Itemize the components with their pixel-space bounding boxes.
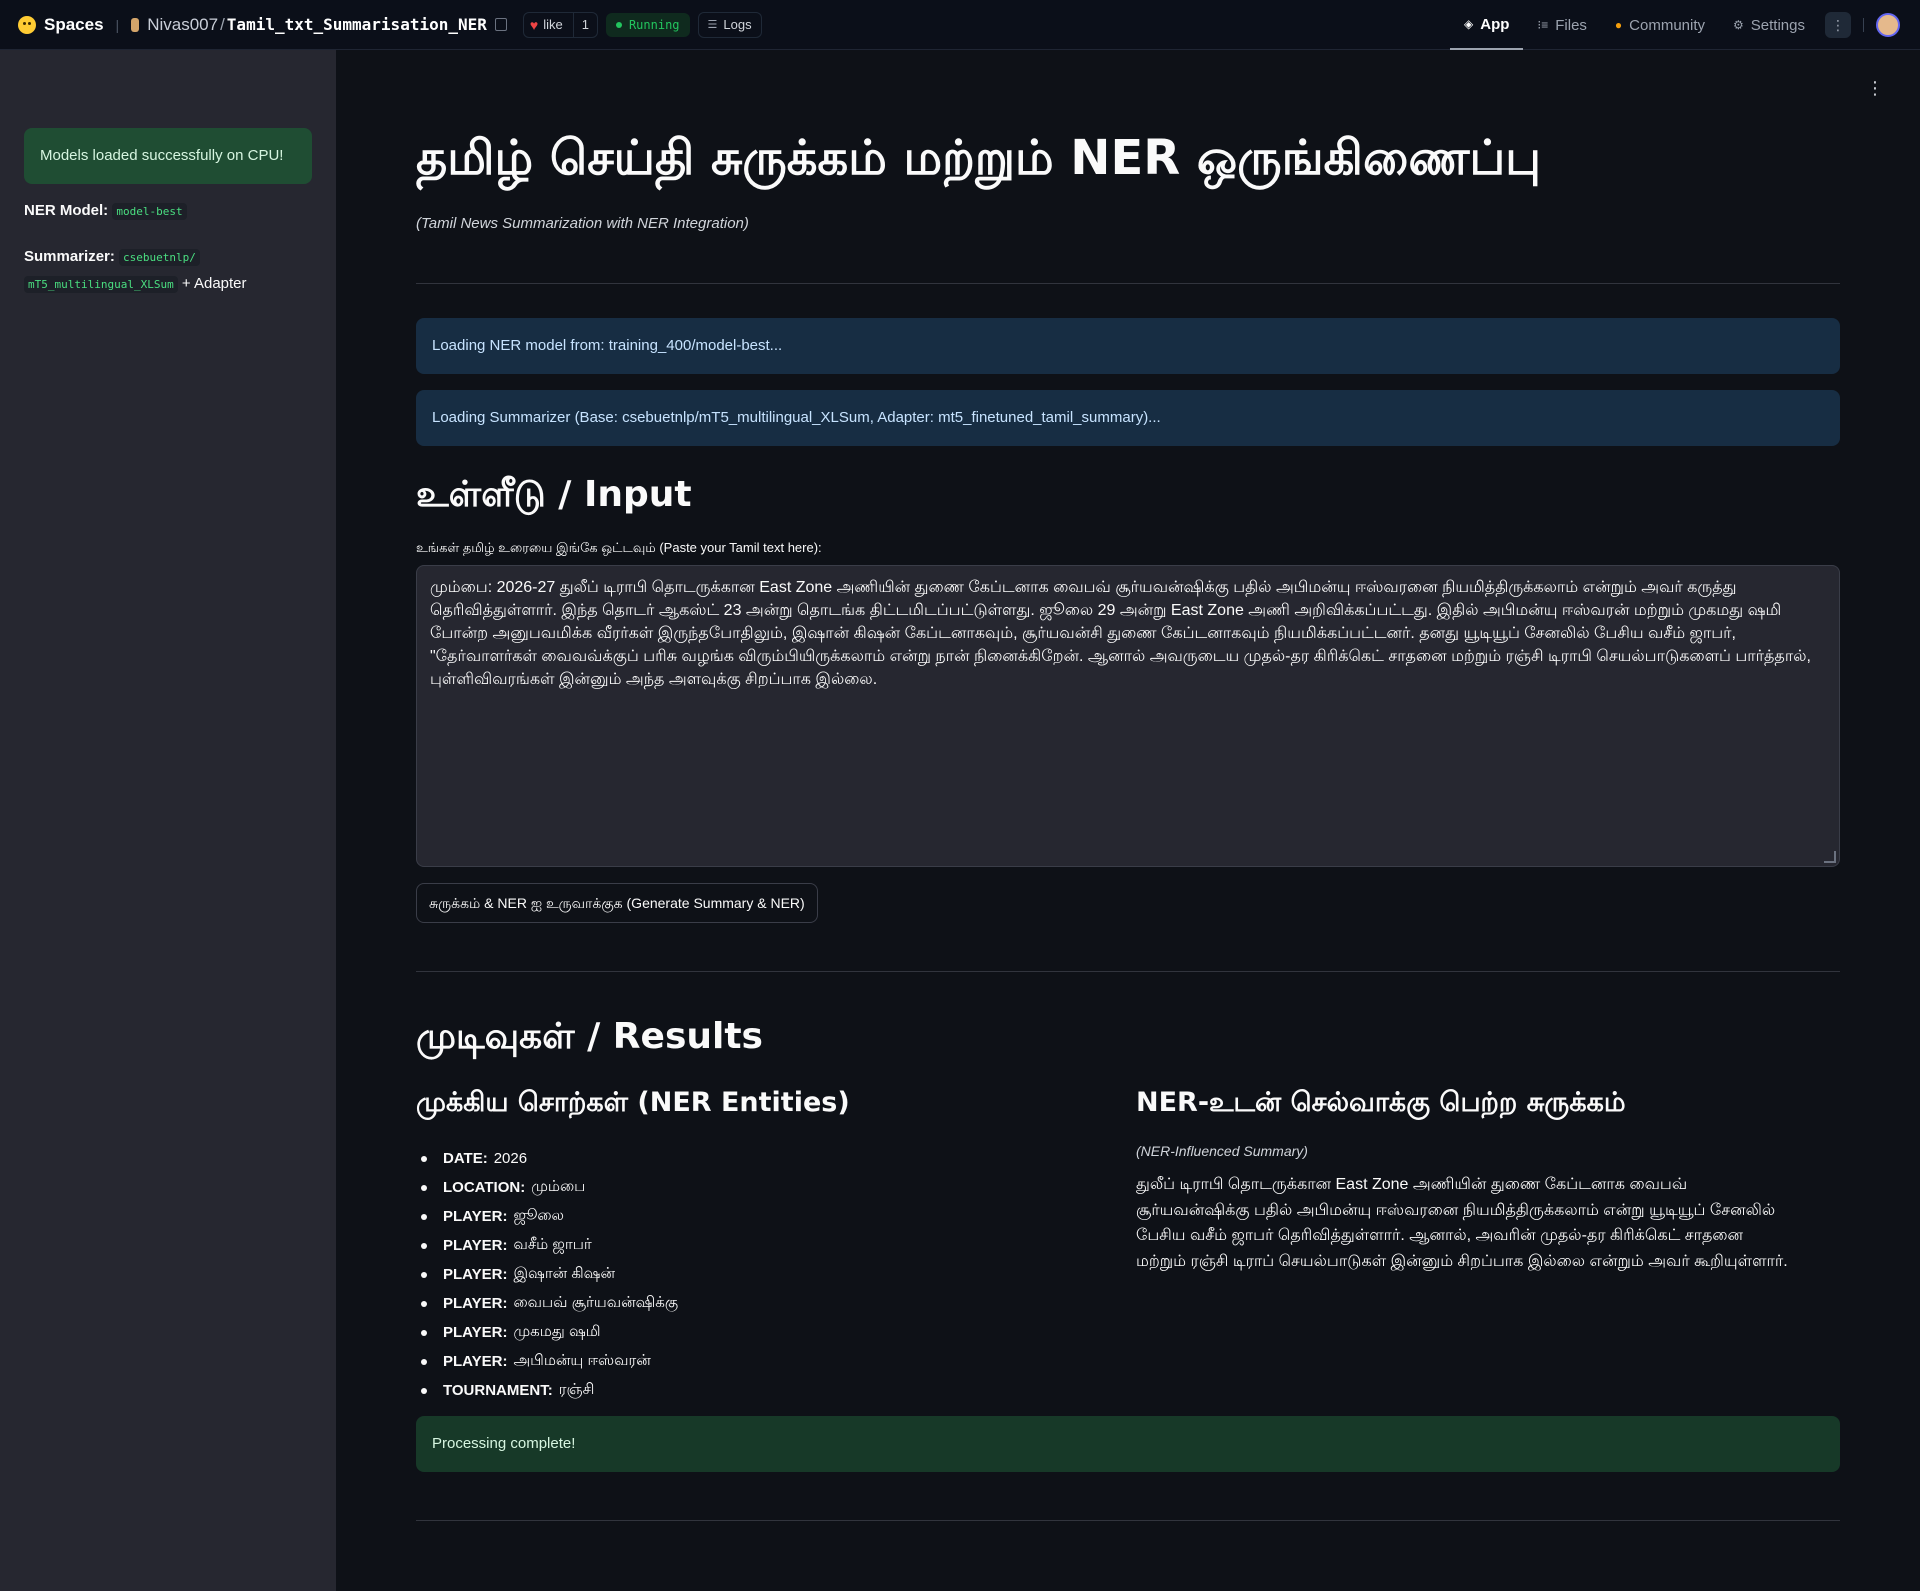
copy-icon[interactable] [494,18,507,31]
like-button[interactable]: ♥ like 1 [522,11,598,38]
list-item: LOCATION: மும்பை [416,1173,1056,1202]
processing-complete-alert: Processing complete! [416,1416,1840,1472]
bullet-icon [421,1213,427,1220]
ner-loading-info: Loading NER model from: training_400/mod… [416,318,1840,374]
list-item: DATE: 2026 [416,1144,1056,1173]
ner-model-value: model-best [112,203,187,220]
list-item: PLAYER: ஜூலை [416,1202,1056,1231]
bullet-icon [421,1387,427,1394]
tab-app[interactable]: ◈ App [1450,0,1524,50]
page-title: தமிழ் செய்தி சுருக்கம் மற்றும் NER ஒருங்… [416,130,1541,186]
separator: | [115,16,120,33]
bullet-icon [421,1329,427,1336]
community-icon: ● [1614,18,1623,32]
space-nav: ◈ App ⁝≡ Files ● Community ⚙ Settings ⋮ [1450,0,1920,50]
page-subtitle: (Tamil News Summarization with NER Integ… [416,215,749,232]
entities-heading: முக்கிய சொற்கள் (NER Entities) [416,1087,850,1118]
tab-community-label: Community [1629,16,1706,34]
summary-note: (NER-Influenced Summary) [1136,1143,1308,1159]
top-navbar: Spaces | Nivas007 / Tamil_txt_Summarisat… [0,0,1920,50]
like-count: 1 [572,12,597,37]
files-icon: ⁝≡ [1537,18,1549,32]
sidebar: Models loaded successfully on CPU! NER M… [0,50,336,1591]
tamil-text-input[interactable]: மும்பை: 2026-27 துலீப் டிராபி தொடருக்கான… [416,565,1840,867]
tab-settings-label: Settings [1750,16,1805,34]
ner-model-label: NER Model: [24,202,109,219]
summarizer-value-part2: mT5_multilingual_XLSum [24,276,178,293]
input-text: மும்பை: 2026-27 துலீப் டிராபி தொடருக்கான… [430,579,1811,688]
bullet-icon [421,1300,427,1307]
spaces-label: Spaces [44,14,104,34]
repo-name-link[interactable]: Tamil_txt_Summarisation_NER [227,15,487,34]
user-avatar[interactable] [1876,13,1900,37]
tab-community[interactable]: ● Community [1601,0,1719,50]
list-item: PLAYER: அபிமன்யு ஈஸ்வரன் [416,1347,1056,1376]
ner-model-info: NER Model: model-best [24,202,187,220]
input-label: உங்கள் தமிழ் உரையை இங்கே ஒட்டவும் (Paste… [416,540,822,555]
more-menu-icon[interactable]: ⋮ [1825,12,1851,38]
list-item: PLAYER: இஷான் கிஷன் [416,1260,1056,1289]
repo-slash: / [220,14,225,34]
status-dot-icon [615,21,622,28]
input-heading: உள்ளீடு / Input [416,474,692,515]
status-label: Running [628,17,680,32]
summary-text: துலீப் டிராபி தொடருக்கான East Zone அணியி… [1136,1176,1788,1270]
bullet-icon [421,1271,427,1278]
logs-label: Logs [723,17,752,32]
summarizer-value-part1: csebuetnlp/ [119,249,200,266]
summarizer-suffix: + Adapter [181,275,247,292]
tab-settings[interactable]: ⚙ Settings [1719,0,1819,50]
gear-icon: ⚙ [1733,18,1744,32]
app-menu-icon[interactable]: ⋮ [1866,78,1884,99]
heart-icon: ♥ [529,16,539,33]
results-heading: முடிவுகள் / Results [416,1016,763,1057]
list-item: PLAYER: வைபவ் சூர்யவன்ஷிக்கு [416,1289,1056,1318]
divider [416,971,1840,972]
divider [1863,18,1864,32]
list-item: TOURNAMENT: ரஞ்சி [416,1376,1056,1405]
like-label: like [543,17,563,32]
list-item: PLAYER: வசீம் ஜாபர் [416,1231,1056,1260]
summarizer-label: Summarizer: [24,248,115,265]
status-badge: Running [605,12,690,37]
owner-avatar [131,17,140,32]
bullet-icon [421,1184,427,1191]
huggingface-logo-icon [18,15,36,34]
summary-heading: NER-உடன் செல்வாக்கு பெற்ற சுருக்கம் [1136,1087,1626,1118]
bullet-icon [421,1242,427,1249]
summarizer-info: Summarizer: csebuetnlp/ mT5_multilingual… [24,244,247,298]
bullet-icon [421,1358,427,1365]
list-item: PLAYER: முகமது ஷமி [416,1318,1056,1347]
spaces-brand[interactable]: Spaces [18,15,104,35]
divider [416,283,1840,284]
bullet-icon [421,1155,427,1162]
resize-handle-icon[interactable] [1824,851,1836,863]
repo-owner-link[interactable]: Nivas007 [147,15,218,35]
generate-summary-button[interactable]: சுருக்கம் & NER ஐ உருவாக்குக (Generate S… [416,883,818,923]
entities-list: DATE: 2026 LOCATION: மும்பை PLAYER: ஜூலை PL… [416,1144,1056,1405]
summarizer-loading-info: Loading Summarizer (Base: csebuetnlp/mT5… [416,390,1840,446]
app-cube-icon: ◈ [1464,17,1474,31]
logs-button[interactable]: ☰ Logs [697,11,762,38]
models-loaded-alert: Models loaded successfully on CPU! [24,128,312,184]
tab-app-label: App [1480,15,1510,33]
tab-files-label: Files [1555,16,1587,34]
main-content: ⋮ தமிழ் செய்தி சுருக்கம் மற்றும் NER ஒரு… [336,50,1920,1591]
logs-icon: ☰ [707,19,718,31]
divider [416,1520,1840,1521]
tab-files[interactable]: ⁝≡ Files [1523,0,1601,50]
